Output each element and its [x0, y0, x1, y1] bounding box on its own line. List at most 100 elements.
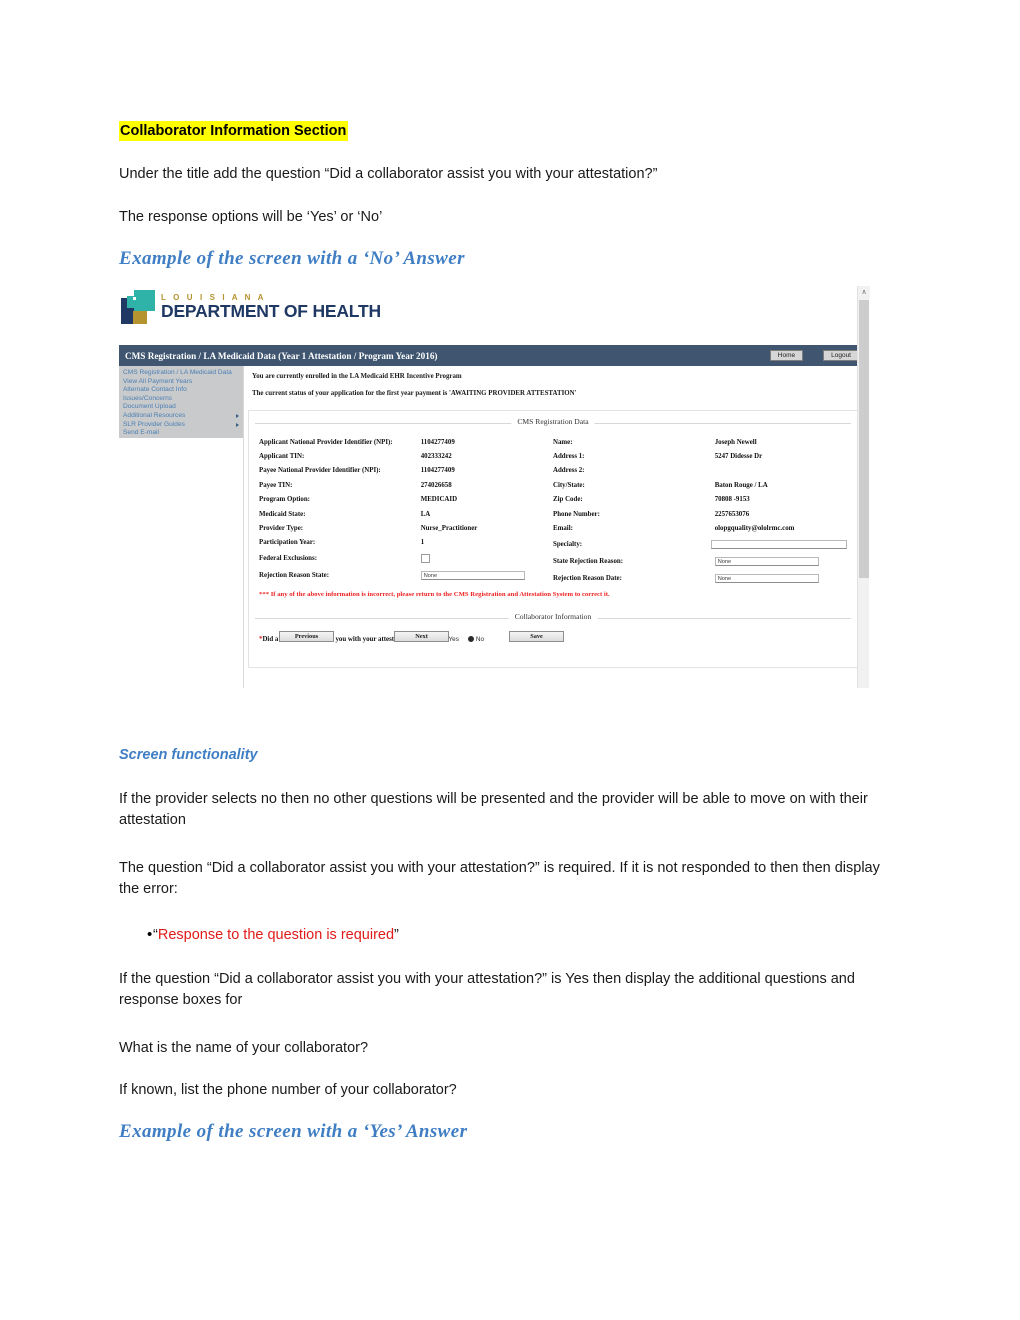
field-value: 1104277409 [420, 467, 455, 475]
heading-screen-functionality: Screen functionality [119, 747, 258, 763]
federal-exclusions-checkbox[interactable] [420, 554, 430, 564]
louisiana-department-of-health-logo: L O U I S I A N A DEPARTMENT OF HEALTH [121, 290, 381, 324]
previous-button[interactable]: Previous [279, 631, 334, 642]
sidebar-navigation: CMS Registration / LA Medicaid Data View… [119, 366, 243, 438]
field-label: Medicaid State: [259, 510, 306, 518]
field-value: 5247 Didesse Dr [714, 453, 763, 461]
paragraph-question-required: The question “Did a collaborator assist … [119, 860, 880, 898]
vertical-scrollbar[interactable]: ∧ [857, 286, 870, 688]
field-row: Applicant National Provider Identifier (… [259, 435, 553, 449]
chevron-right-icon [236, 413, 239, 418]
field-row: Address 1: 5247 Didesse Dr [553, 449, 847, 463]
scrollbar-thumb[interactable] [859, 300, 869, 578]
status-application-line: The current status of your application f… [252, 390, 577, 398]
paragraph-yes-additional-questions: If the question “Did a collaborator assi… [119, 971, 855, 1009]
paragraph-response-options: The response options will be ‘Yes’ or ‘N… [119, 209, 383, 225]
embedded-application-screenshot: L O U I S I A N A DEPARTMENT OF HEALTH C… [119, 286, 881, 688]
paragraph-provider-selects-no: If the provider selects no then no other… [119, 791, 868, 829]
field-label: Payee TIN: [259, 481, 293, 489]
registration-fields-grid: Applicant National Provider Identifier (… [249, 429, 857, 587]
cms-registration-legend: CMS Registration Data [255, 417, 851, 429]
field-value: olopgquality@ololrmc.com [714, 525, 795, 533]
state-rejection-reason-input[interactable]: None [714, 556, 819, 566]
sidebar-item-label: SLR Provider Guides [123, 420, 185, 428]
field-label: Address 2: [553, 467, 585, 475]
field-row: Applicant TIN: 402333242 [259, 449, 553, 463]
field-value: 1104277409 [420, 438, 455, 446]
field-label: Phone Number: [553, 510, 600, 518]
cross-logo-icon [121, 290, 155, 324]
sidebar-item-issues-concerns[interactable]: Issues/Concerns [123, 395, 243, 404]
bullet-dot-icon: • [147, 926, 153, 943]
field-row: Program Option: MEDICAID [259, 493, 553, 507]
sidebar-item-label: CMS Registration / LA Medicaid Data [123, 369, 232, 376]
sidebar-item-cms-registration[interactable]: CMS Registration / LA Medicaid Data [123, 369, 243, 378]
specialty-input[interactable] [710, 539, 847, 549]
field-row: Name: Joseph Newell [553, 435, 847, 449]
scroll-up-arrow-icon[interactable]: ∧ [858, 286, 870, 298]
field-row: City/State: Baton Rouge / LA [553, 478, 847, 492]
legend-label: Collaborator Information [508, 611, 598, 621]
field-label: Provider Type: [259, 525, 304, 533]
field-label: Applicant National Provider Identifier (… [259, 438, 393, 446]
field-row-state-rejection-reason: State Rejection Reason: None [553, 553, 847, 570]
fields-column-left: Applicant National Provider Identifier (… [259, 435, 553, 587]
cms-registration-panel: CMS Registration Data Applicant National… [248, 410, 858, 668]
field-row: Provider Type: Nurse_Practitioner [259, 521, 553, 535]
sidebar-item-view-all-payment-years[interactable]: View All Payment Years [123, 378, 243, 387]
rejection-reason-state-input[interactable]: None [420, 571, 525, 581]
field-value: 274026658 [420, 481, 452, 489]
bullet-error-message: • “Response to the question is required” [119, 926, 399, 943]
save-button[interactable]: Save [509, 631, 564, 642]
field-row-rejection-reason-state: Rejection Reason State: None [259, 567, 553, 584]
field-row-specialty: Specialty: [553, 536, 847, 553]
document-page: Collaborator Information Section Under t… [0, 0, 1020, 1320]
field-label: Federal Exclusions: [259, 555, 317, 563]
logout-button[interactable]: Logout [823, 349, 859, 362]
sidebar-item-label: Send E-mail [123, 429, 159, 437]
field-row: Participation Year: 1 [259, 536, 553, 550]
field-value: Baton Rouge / LA [714, 481, 768, 489]
home-button[interactable]: Home [769, 349, 804, 362]
sidebar-item-label: View All Payment Years [123, 377, 193, 385]
application-title: CMS Registration / LA Medicaid Data (Yea… [125, 350, 438, 361]
collaborator-information-legend: Collaborator Information [255, 611, 851, 624]
field-value: 70808 -9153 [714, 496, 750, 504]
sidebar-item-send-email[interactable]: Send E-mail [123, 429, 243, 438]
paragraph-collaborator-phone-question: If known, list the phone number of your … [119, 1082, 457, 1098]
field-value: LA [420, 510, 431, 518]
field-label: Address 1: [553, 453, 585, 461]
field-value: Joseph Newell [714, 438, 757, 446]
sidebar-item-label: Additional Resources [123, 411, 186, 419]
sidebar-item-slr-provider-guides[interactable]: SLR Provider Guides [123, 421, 243, 430]
incorrect-information-warning: *** If any of the above information is i… [259, 590, 610, 598]
heading-example-no-answer: Example of the screen with a ‘No’ Answer [119, 248, 465, 269]
field-value: 2257653076 [714, 510, 750, 518]
field-label: State Rejection Reason: [553, 557, 624, 565]
quote-close: ” [394, 927, 399, 943]
field-label: Email: [553, 525, 573, 533]
field-label: Program Option: [259, 496, 310, 504]
appbar-button-group: Home Logout [769, 349, 869, 362]
sidebar-item-additional-resources[interactable]: Additional Resources [123, 412, 243, 421]
field-row: Payee National Provider Identifier (NPI)… [259, 464, 553, 478]
status-enrollment-line: You are currently enrolled in the LA Med… [252, 373, 462, 380]
sidebar-item-document-upload[interactable]: Document Upload [123, 403, 243, 412]
error-message-text: Response to the question is required [157, 927, 395, 943]
heading-example-yes-answer: Example of the screen with a ‘Yes’ Answe… [119, 1121, 468, 1142]
field-row: Address 2: [553, 464, 847, 478]
field-label: Participation Year: [259, 539, 316, 547]
field-value: MEDICAID [420, 496, 458, 504]
field-row: Phone Number: 2257653076 [553, 507, 847, 521]
rejection-reason-date-input[interactable]: None [714, 573, 819, 583]
field-label: Zip Code: [553, 496, 583, 504]
field-row: Payee TIN: 274026658 [259, 478, 553, 492]
field-row: Medicaid State: LA [259, 507, 553, 521]
paragraph-collaborator-name-question: What is the name of your collaborator? [119, 1040, 369, 1056]
next-button[interactable]: Next [394, 631, 449, 642]
field-value: 402333242 [420, 453, 452, 461]
application-window: L O U I S I A N A DEPARTMENT OF HEALTH C… [119, 286, 870, 688]
sidebar-item-alternate-contact-info[interactable]: Alternate Contact Info [123, 386, 243, 395]
sidebar-item-label: Alternate Contact Info [123, 386, 187, 394]
field-row-federal-exclusions: Federal Exclusions: [259, 550, 553, 567]
